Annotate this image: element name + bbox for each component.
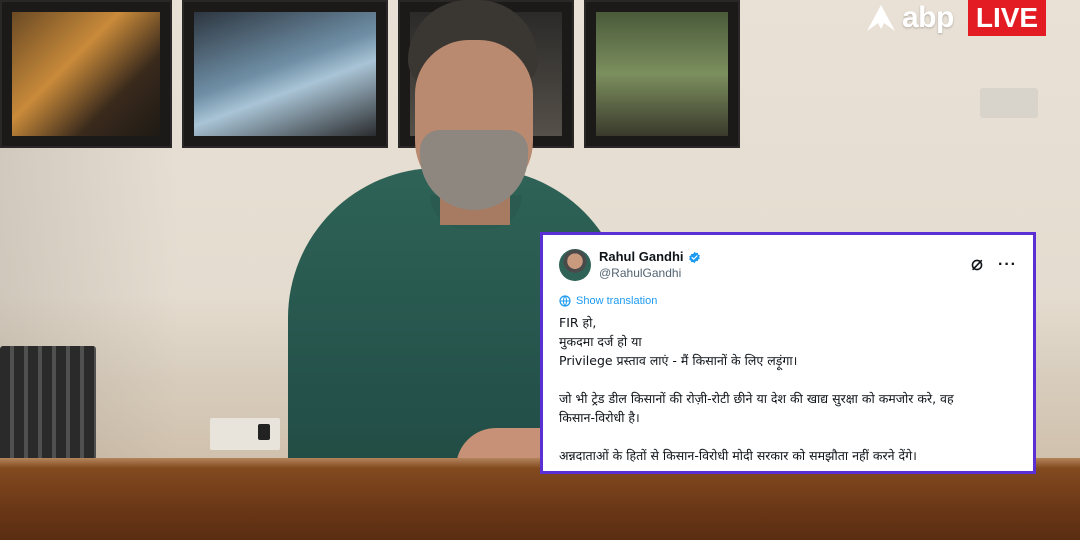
socket-plug (258, 424, 270, 440)
tweet-line: FIR हो, (559, 315, 597, 330)
verified-badge-icon (688, 251, 701, 264)
wall-switch (980, 88, 1038, 118)
author-display-name[interactable]: Rahul Gandhi (599, 249, 684, 265)
live-badge: LIVE (967, 0, 1047, 36)
tweet-header: Rahul Gandhi @RahulGandhi ··· (559, 247, 1017, 283)
abp-live-logo: abp LIVE (866, 0, 1047, 36)
tweet-line: जो भी ट्रेड डील किसानों की रोज़ी-रोटी छी… (559, 391, 954, 406)
tweet-card: Rahul Gandhi @RahulGandhi ··· Show trans… (540, 232, 1036, 474)
avatar[interactable] (559, 249, 591, 281)
wall-picture-frame (0, 0, 172, 148)
author-handle[interactable]: @RahulGandhi (599, 265, 701, 281)
tweet-line: अन्नदाताओं के हितों से किसान-विरोधी मोदी… (559, 448, 917, 463)
globe-icon (559, 295, 571, 307)
abp-triangle-logo-icon (866, 3, 896, 33)
abp-wordmark: abp (902, 1, 954, 34)
tweet-text: FIR हो, मुकदमा दर्ज हो या Privilege प्रस… (559, 313, 1017, 465)
tweet-line: मुकदमा दर्ज हो या (559, 334, 642, 349)
show-translation-label[interactable]: Show translation (576, 295, 657, 307)
more-options-icon[interactable]: ··· (998, 257, 1017, 273)
grok-icon[interactable] (970, 258, 984, 272)
author-block: Rahul Gandhi @RahulGandhi (599, 249, 701, 281)
tweet-line: किसान-विरोधी है। (559, 410, 640, 425)
show-translation-link[interactable]: Show translation (559, 295, 1017, 307)
tweet-line: Privilege प्रस्ताव लाएं - मैं किसानों के… (559, 353, 798, 368)
tweet-header-actions: ··· (970, 257, 1017, 273)
